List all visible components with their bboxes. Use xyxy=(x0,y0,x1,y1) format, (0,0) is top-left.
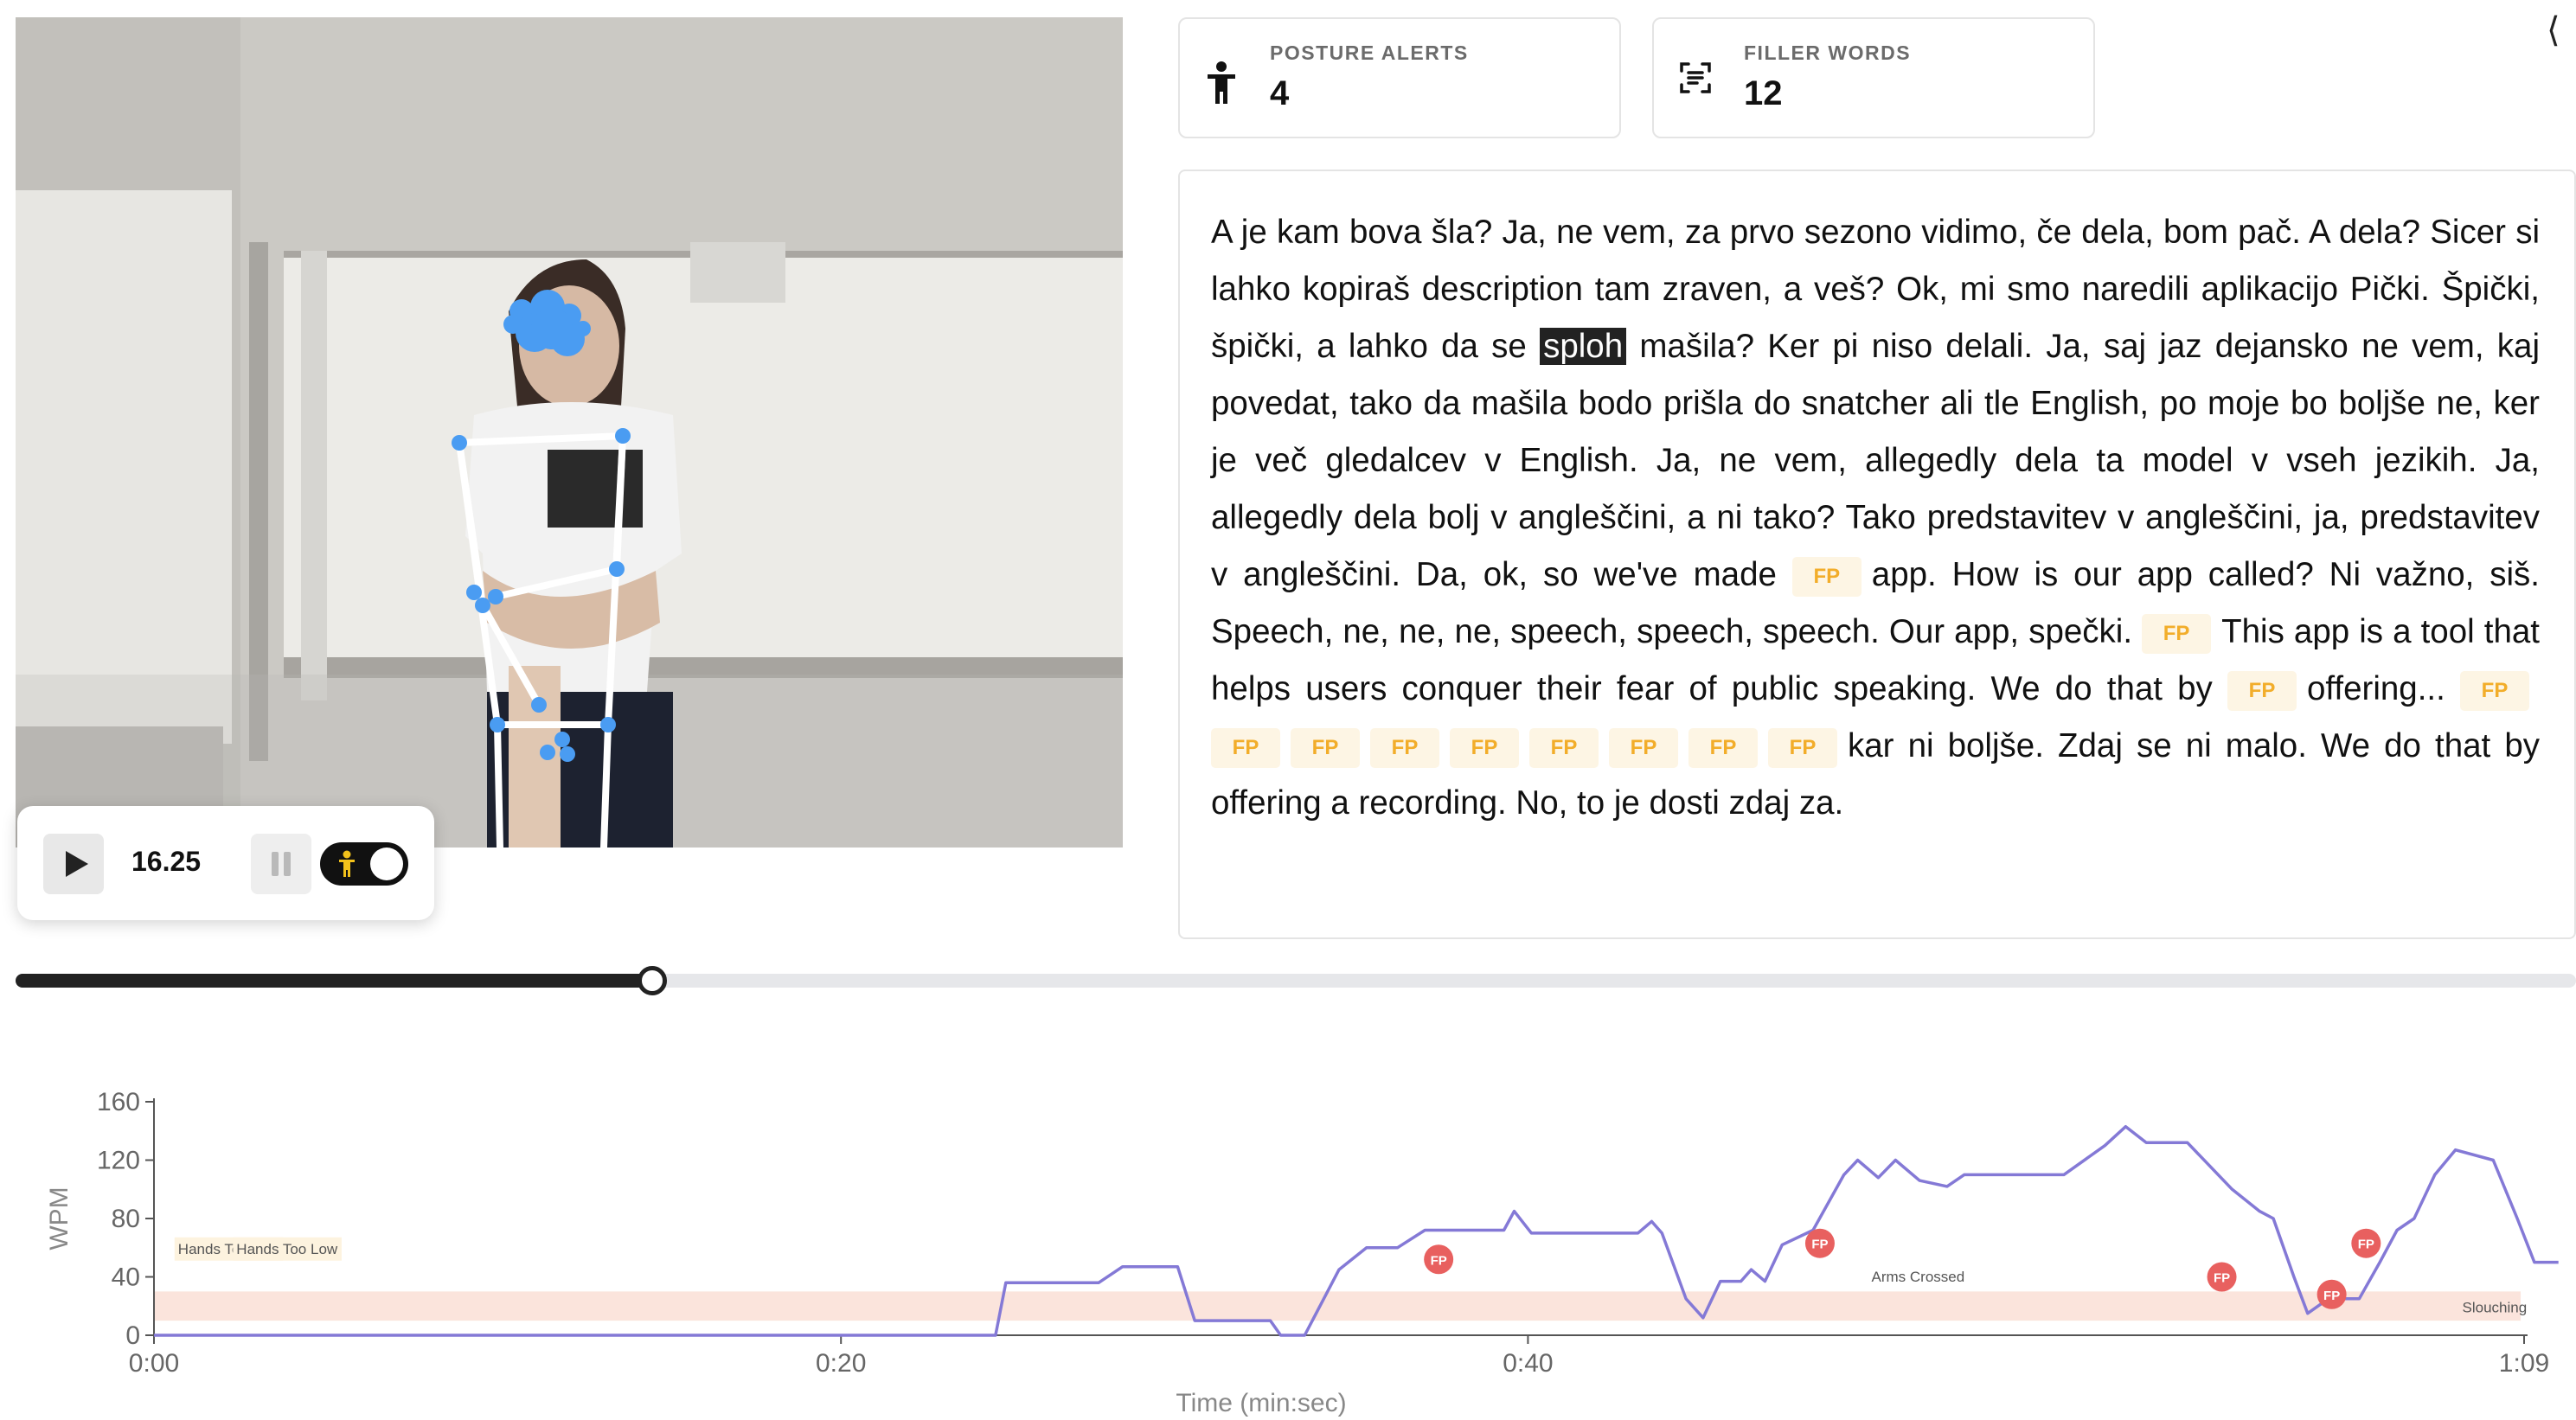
person-icon xyxy=(1208,61,1235,104)
filler-tag[interactable]: FP xyxy=(1370,727,1439,768)
player-controls: 16.25 xyxy=(17,806,434,920)
camera-scene xyxy=(16,17,1123,848)
progress-thumb[interactable] xyxy=(638,966,668,995)
filler-tag[interactable]: FP xyxy=(1529,727,1599,768)
filler-marker-label: FP xyxy=(1811,1238,1828,1252)
x-tick-label: 0:20 xyxy=(816,1349,866,1378)
y-tick-label: 160 xyxy=(97,1088,140,1116)
collapse-panel-icon[interactable]: ⟨ xyxy=(2547,10,2560,50)
annotation-label: Hands Too Low xyxy=(236,1241,338,1257)
annotation-label: Arms Crossed xyxy=(1872,1269,1965,1285)
filler-tag[interactable]: FP xyxy=(1609,727,1678,768)
posture-alerts-count: 4 xyxy=(1270,74,1290,112)
transcript-text: A je kam bova šla? Ja, ne vem, za prvo s… xyxy=(1211,204,2540,832)
posture-band xyxy=(154,1291,2522,1321)
y-tick-label: 80 xyxy=(112,1205,140,1233)
filler-tag[interactable]: FP xyxy=(2227,670,2297,711)
filler-marker-label: FP xyxy=(2358,1238,2374,1252)
filler-marker-label: FP xyxy=(2323,1289,2340,1303)
filler-tag[interactable]: FP xyxy=(1291,727,1360,768)
filler-tag[interactable]: FP xyxy=(1211,727,1280,768)
play-button[interactable] xyxy=(43,834,104,894)
x-tick-label: 1:09 xyxy=(2499,1349,2549,1378)
transcript-scan-icon xyxy=(1680,62,1711,93)
toggle-knob xyxy=(370,848,403,880)
filler-words-card: FILLER WORDS 12 xyxy=(1652,17,2095,138)
y-tick-label: 0 xyxy=(125,1321,140,1350)
annotation-label: Slouching xyxy=(2463,1299,2528,1315)
filler-tag[interactable]: FP xyxy=(2460,670,2529,711)
pause-button[interactable] xyxy=(251,834,311,894)
filler-words-label: FILLER WORDS xyxy=(1744,42,1912,64)
filler-marker-label: FP xyxy=(1431,1253,1447,1268)
playback-progress-bar[interactable] xyxy=(16,966,2576,995)
current-time: 16.25 xyxy=(131,846,202,877)
filler-words-count: 12 xyxy=(1744,74,1783,112)
x-axis-label: Time (min:sec) xyxy=(1176,1389,1346,1417)
transcript-segment: mašila? Ker pi niso delali. Ja, saj jaz … xyxy=(1211,328,2540,593)
filler-marker-label: FP xyxy=(2214,1271,2230,1286)
progress-fill xyxy=(16,974,651,988)
person-icon xyxy=(339,850,355,877)
y-tick-label: 40 xyxy=(112,1263,140,1292)
skeleton-overlay-toggle[interactable] xyxy=(320,842,408,886)
y-tick-label: 120 xyxy=(97,1147,140,1175)
wpm-chart: 0 40 80 120 160 0:00 0:20 0:40 1:09 WPM Time (min:… xyxy=(45,1088,2559,1417)
transcript-panel: A je kam bova šla? Ja, ne vem, za prvo s… xyxy=(1178,170,2576,939)
video-frame[interactable] xyxy=(16,17,1123,848)
filler-tag[interactable]: FP xyxy=(1688,727,1758,768)
posture-alerts-card: POSTURE ALERTS 4 xyxy=(1178,17,1621,138)
y-axis-label: WPM xyxy=(45,1187,74,1250)
current-word-highlight[interactable]: sploh xyxy=(1540,328,1627,365)
filler-tag[interactable]: FP xyxy=(2142,613,2212,654)
filler-tag[interactable]: FP xyxy=(1768,727,1837,768)
posture-alerts-label: POSTURE ALERTS xyxy=(1270,42,1469,64)
transcript-segment: offering... xyxy=(2307,670,2460,707)
x-tick-label: 0:00 xyxy=(129,1349,179,1378)
filler-tag[interactable]: FP xyxy=(1450,727,1519,768)
filler-tag[interactable]: FP xyxy=(1791,556,1862,597)
x-tick-label: 0:40 xyxy=(1503,1349,1553,1378)
